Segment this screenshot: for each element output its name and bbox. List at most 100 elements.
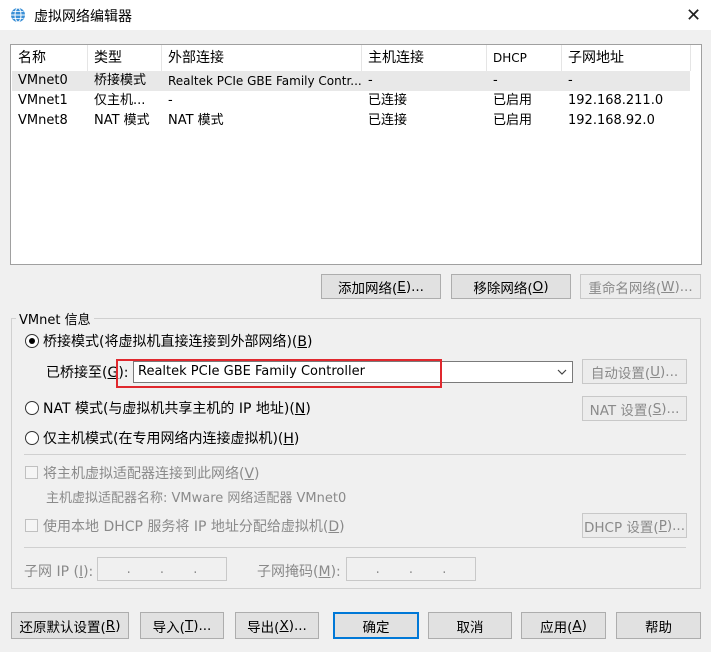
cell-name: VMnet1	[18, 93, 68, 108]
label-text-suffix: )	[307, 334, 313, 350]
button-label-suffix: )...	[666, 517, 685, 534]
button-label-suffix: )	[543, 278, 549, 295]
button-label: DHCP 设置(	[584, 519, 659, 536]
cancel-button[interactable]: 取消	[428, 612, 512, 639]
label-text-suffix: )	[305, 401, 311, 417]
cell-type: 仅主机...	[94, 93, 146, 108]
cell-dhcp: 已启用	[493, 113, 533, 128]
cell-host: 已连接	[368, 93, 408, 108]
label-text: 子网 IP (	[24, 564, 79, 580]
access-key: S	[652, 400, 662, 417]
ip-dot: .	[375, 561, 380, 577]
label-text: 已桥接至(	[46, 365, 108, 381]
ok-button[interactable]: 确定	[333, 612, 419, 639]
button-label-suffix: )...	[674, 278, 693, 295]
nat-settings-button[interactable]: NAT 设置(S)...	[582, 396, 687, 421]
close-button[interactable]: ✕	[676, 0, 711, 30]
cell-external: NAT 模式	[168, 113, 224, 128]
apply-button[interactable]: 应用(A)	[521, 612, 606, 639]
access-key: V	[244, 466, 255, 482]
help-button[interactable]: 帮助	[616, 612, 701, 639]
chevron-down-icon[interactable]	[552, 362, 572, 382]
bridged-mode-radio[interactable]	[25, 334, 39, 348]
auto-settings-button[interactable]: 自动设置(U)...	[582, 359, 687, 384]
restore-defaults-button[interactable]: 还原默认设置(R)	[11, 612, 129, 639]
access-key: A	[572, 617, 582, 634]
button-label: NAT 设置(	[589, 402, 653, 419]
use-dhcp-label[interactable]: 使用本地 DHCP 服务将 IP 地址分配给虚拟机(D)	[43, 516, 345, 536]
label-text: 仅主机模式(在专用网络内连接虚拟机)(	[43, 431, 284, 447]
import-button[interactable]: 导入(T)...	[140, 612, 224, 639]
label-text-suffix: )	[339, 519, 345, 535]
button-label: 导入(	[152, 619, 185, 636]
divider	[24, 454, 686, 455]
subnet-ip-input[interactable]: . . .	[97, 557, 227, 581]
ip-dot: .	[442, 561, 447, 577]
button-label-suffix: )...	[661, 400, 680, 417]
button-label-suffix: )...	[193, 617, 212, 634]
add-network-button[interactable]: 添加网络(E)...	[321, 274, 441, 299]
network-list[interactable]: 名称 类型 外部连接 主机连接 DHCP 子网地址 VMnet0 桥接模式 Re…	[10, 44, 702, 265]
table-row[interactable]: VMnet1 仅主机... - 已连接 已启用 192.168.211.0	[12, 91, 690, 111]
access-key: N	[294, 401, 306, 417]
label-text: 子网掩码(	[257, 564, 319, 580]
button-label: 应用(	[540, 619, 573, 636]
button-label: 自动设置(	[590, 365, 651, 382]
button-label-suffix: )	[115, 617, 121, 634]
access-key: O	[532, 278, 544, 295]
rename-network-button[interactable]: 重命名网络(W)...	[580, 274, 701, 299]
column-header-dhcp[interactable]: DHCP	[487, 45, 562, 71]
button-label: 重命名网络(	[588, 280, 662, 297]
export-button[interactable]: 导出(X)...	[235, 612, 319, 639]
bridged-mode-label[interactable]: 桥接模式(将虚拟机直接连接到外部网络)(B)	[43, 331, 312, 351]
column-header-host[interactable]: 主机连接	[362, 45, 487, 71]
window-title: 虚拟网络编辑器	[34, 9, 132, 25]
column-header-external[interactable]: 外部连接	[162, 45, 362, 71]
button-label-suffix: )...	[288, 617, 307, 634]
ip-dot: .	[126, 561, 131, 577]
cell-external: -	[168, 93, 173, 108]
column-header-subnet[interactable]: 子网地址	[562, 45, 691, 71]
cell-name: VMnet0	[18, 73, 68, 88]
label-text-suffix: )	[254, 466, 260, 482]
ip-dot: .	[193, 561, 198, 577]
use-dhcp-checkbox[interactable]	[25, 519, 38, 532]
subnet-ip-label: 子网 IP (I):	[24, 561, 93, 581]
cell-type: NAT 模式	[94, 113, 150, 128]
access-key: X	[279, 617, 289, 634]
table-row[interactable]: VMnet0 桥接模式 Realtek PCIe GBE Family Cont…	[12, 71, 690, 91]
column-header-type[interactable]: 类型	[88, 45, 162, 71]
button-label: 还原默认设置(	[19, 619, 106, 636]
cell-host: -	[368, 73, 373, 88]
cell-dhcp: 已启用	[493, 93, 533, 108]
access-key: H	[283, 431, 294, 447]
access-key: D	[328, 519, 340, 535]
connect-host-adapter-label[interactable]: 将主机虚拟适配器连接到此网络(V)	[43, 463, 260, 483]
table-row[interactable]: VMnet8 NAT 模式 NAT 模式 已连接 已启用 192.168.92.…	[12, 111, 690, 131]
divider	[24, 547, 686, 548]
button-label-suffix: )...	[660, 363, 679, 380]
cell-type: 桥接模式	[94, 73, 147, 88]
host-adapter-name: 主机虚拟适配器名称: VMware 网络适配器 VMnet0	[46, 491, 347, 506]
subnet-mask-input[interactable]: . . .	[346, 557, 476, 581]
nat-mode-radio[interactable]	[25, 401, 39, 415]
host-only-label[interactable]: 仅主机模式(在专用网络内连接虚拟机)(H)	[43, 428, 299, 448]
access-key: W	[661, 278, 675, 295]
network-globe-icon	[11, 7, 25, 23]
access-key: B	[297, 334, 307, 350]
cell-name: VMnet8	[18, 113, 68, 128]
label-text-suffix: )	[293, 431, 300, 447]
nat-mode-label[interactable]: NAT 模式(与虚拟机共享主机的 IP 地址)(N)	[43, 398, 311, 418]
column-header-name[interactable]: 名称	[12, 45, 88, 71]
access-key: M	[318, 564, 331, 580]
ip-dot: .	[159, 561, 165, 577]
host-only-radio[interactable]	[25, 431, 39, 445]
remove-network-button[interactable]: 移除网络(O)	[451, 274, 571, 299]
cell-subnet: -	[568, 73, 573, 88]
dhcp-settings-button[interactable]: DHCP 设置(P)...	[582, 513, 687, 538]
group-legend: VMnet 信息	[16, 309, 94, 328]
label-text-suffix: ):	[83, 564, 94, 580]
subnet-mask-label: 子网掩码(M):	[257, 561, 341, 581]
highlight-box	[116, 359, 442, 388]
connect-host-adapter-checkbox[interactable]	[25, 466, 38, 479]
